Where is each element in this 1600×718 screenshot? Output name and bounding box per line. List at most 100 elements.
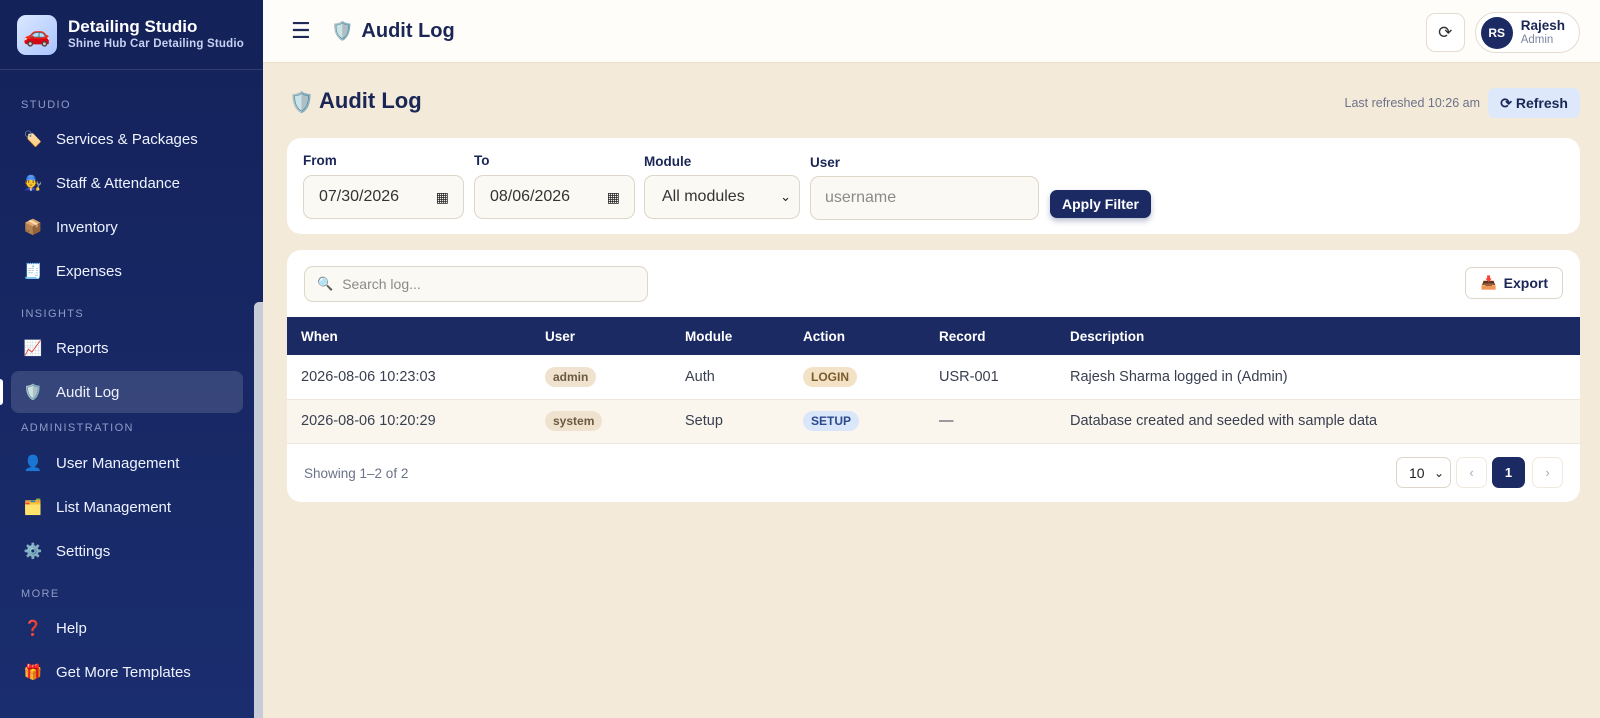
table-row[interactable]: 2026-08-06 10:23:03 admin Auth LOGIN USR… [287, 355, 1580, 400]
shield-icon: 🛡️ [23, 384, 43, 401]
cell-description: Rajesh Sharma logged in (Admin) [1070, 355, 1580, 400]
search-icon: 🔍 [317, 276, 334, 291]
page-button-current[interactable]: 1 [1492, 457, 1525, 488]
sidebar-nav: STUDIO 🏷️ Services & Packages 🧑‍🔧 Staff & … [0, 70, 254, 694]
download-icon: 📥 [1480, 275, 1497, 290]
action-badge: LOGIN [803, 366, 857, 387]
page-title: Audit Log [319, 88, 422, 113]
search-input[interactable]: 🔍 Search log... [304, 266, 648, 302]
audit-table-card: 🔍 Search log... 📥 Export When User Modul… [287, 250, 1580, 502]
chart-icon: 📈 [23, 340, 43, 357]
export-button[interactable]: 📥 Export [1465, 267, 1563, 299]
page-size-value: 10 [1409, 464, 1425, 481]
next-page-button[interactable]: › [1532, 457, 1563, 488]
refresh-icon-button[interactable]: ⟳ [1425, 13, 1465, 52]
brand-subtitle: Shine Hub Car Detailing Studio [68, 38, 244, 50]
section-more: MORE [21, 588, 60, 600]
calendar-icon[interactable]: ▦ [607, 189, 620, 206]
menu-icon[interactable]: ☰ [291, 18, 315, 44]
calendar-icon[interactable]: ▦ [436, 189, 449, 206]
sidebar-item-label: Help [56, 619, 87, 637]
sidebar-item-audit-log[interactable]: 🛡️ Audit Log [0, 371, 243, 413]
page-size-select[interactable]: 10 ⌄ [1396, 457, 1451, 488]
avatar: RS [1480, 16, 1513, 49]
sidebar-item-label: Audit Log [56, 383, 120, 401]
user-filter-placeholder: username [825, 189, 897, 206]
user-label: User [810, 155, 841, 170]
user-menu[interactable]: RS Rajesh Admin [1474, 12, 1580, 53]
from-date-input[interactable]: 07/30/2026 ▦ [303, 175, 464, 219]
section-administration: ADMINISTRATION [21, 422, 134, 434]
shield-icon: 🛡️ [289, 92, 314, 114]
sidebar: 🚗 Detailing Studio Shine Hub Car Detaili… [0, 0, 263, 718]
user-badge: admin [545, 366, 597, 387]
from-label: From [303, 153, 337, 168]
col-action[interactable]: Action [803, 317, 939, 355]
col-user[interactable]: User [545, 317, 685, 355]
sidebar-item-label: Reports [56, 339, 109, 357]
from-date-value: 07/30/2026 [319, 188, 400, 205]
sidebar-item-get-more-templates[interactable]: 🎁 Get More Templates [11, 650, 243, 694]
pagination-summary: Showing 1–2 of 2 [304, 466, 409, 481]
user-badge: system [545, 411, 603, 431]
table-row[interactable]: 2026-08-06 10:20:29 system Setup SETUP —… [287, 399, 1580, 444]
user-filter-input[interactable]: username [810, 176, 1039, 220]
folder-icon: 🗂️ [23, 499, 43, 516]
chevron-down-icon: ⌄ [1433, 465, 1444, 480]
module-select[interactable]: All modules ⌄ [644, 175, 800, 219]
to-date-input[interactable]: 08/06/2026 ▦ [474, 175, 635, 219]
sidebar-item-label: Inventory [56, 218, 118, 236]
topbar: ☰ 🛡️ Audit Log ⟳ RS Rajesh Admin [263, 0, 1600, 63]
sidebar-item-services[interactable]: 🏷️ Services & Packages [11, 117, 243, 161]
car-icon: 🚗 [17, 14, 57, 55]
gift-icon: 🎁 [23, 664, 43, 681]
apply-filter-button[interactable]: Apply Filter [1050, 190, 1152, 218]
user-icon: 👤 [23, 455, 43, 472]
receipt-icon: 🧾 [23, 263, 43, 280]
sidebar-item-settings[interactable]: ⚙️ Settings [11, 529, 243, 573]
section-studio: STUDIO [21, 99, 71, 111]
user-role: Admin [1520, 33, 1554, 46]
sidebar-item-label: Staff & Attendance [56, 174, 180, 192]
export-label: Export [1503, 275, 1548, 291]
filter-card: From 07/30/2026 ▦ To 08/06/2026 ▦ Module… [287, 138, 1580, 234]
cell-module: Auth [685, 355, 803, 400]
chevron-down-icon: ⌄ [780, 189, 791, 204]
audit-table: When User Module Action Record Descripti… [287, 317, 1580, 444]
pagination: 10 ⌄ ‹ 1 › [1396, 457, 1563, 488]
to-label: To [474, 153, 490, 168]
col-when[interactable]: When [287, 317, 545, 355]
shield-icon: 🛡️ [331, 20, 354, 41]
sidebar-item-label: Get More Templates [56, 663, 191, 681]
sidebar-item-staff[interactable]: 🧑‍🔧 Staff & Attendance [11, 161, 243, 205]
cell-record: — [939, 399, 1070, 444]
col-record[interactable]: Record [939, 317, 1070, 355]
brand[interactable]: 🚗 Detailing Studio Shine Hub Car Detaili… [0, 0, 263, 70]
cell-module: Setup [685, 399, 803, 444]
sidebar-item-list-management[interactable]: 🗂️ List Management [11, 485, 243, 529]
sidebar-item-label: Settings [56, 542, 111, 560]
col-description[interactable]: Description [1070, 317, 1580, 355]
question-icon: ❓ [23, 620, 43, 637]
topbar-title: Audit Log [361, 19, 455, 42]
sidebar-item-label: Services & Packages [56, 130, 198, 148]
sidebar-item-label: User Management [56, 454, 180, 472]
refresh-button[interactable]: ⟳ Refresh [1488, 88, 1580, 118]
cell-when: 2026-08-06 10:23:03 [287, 355, 545, 400]
to-date-value: 08/06/2026 [490, 188, 571, 205]
box-icon: 📦 [23, 219, 43, 236]
sidebar-item-reports[interactable]: 📈 Reports [11, 326, 243, 370]
cell-description: Database created and seeded with sample … [1070, 399, 1580, 444]
prev-page-button[interactable]: ‹ [1456, 457, 1487, 488]
sidebar-item-user-management[interactable]: 👤 User Management [11, 441, 243, 485]
sidebar-scrollbar[interactable] [254, 302, 263, 718]
tag-icon: 🏷️ [23, 131, 43, 148]
sidebar-item-help[interactable]: ❓ Help [11, 606, 243, 650]
cell-record: USR-001 [939, 355, 1070, 400]
sidebar-item-expenses[interactable]: 🧾 Expenses [11, 249, 243, 293]
brand-title: Detailing Studio [68, 17, 198, 36]
action-badge: SETUP [803, 411, 860, 431]
sidebar-item-inventory[interactable]: 📦 Inventory [11, 205, 243, 249]
user-name: Rajesh [1520, 17, 1565, 33]
col-module[interactable]: Module [685, 317, 803, 355]
